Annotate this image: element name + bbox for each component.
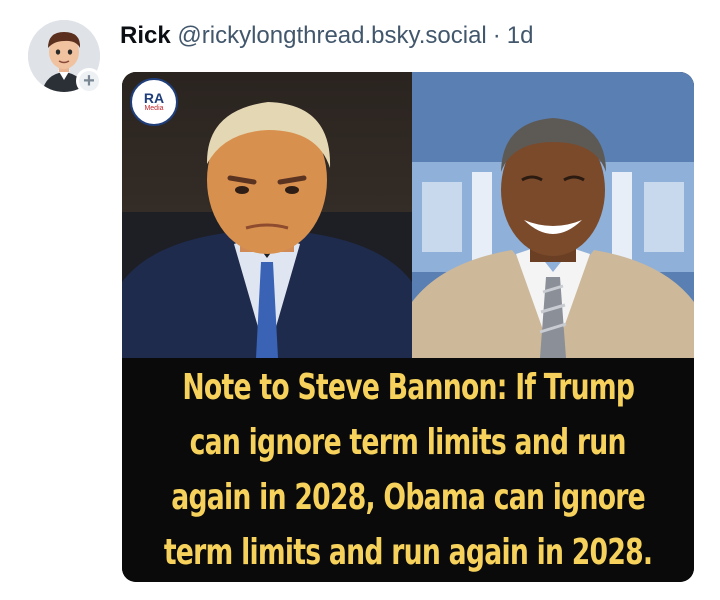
logo-subtext: Media (144, 105, 164, 112)
logo-text: RA (143, 90, 165, 106)
post-header: Rick @rickylongthread.bsky.social · 1d (120, 22, 533, 50)
caption-line-1: Note to Steve Bannon: If Trump (182, 367, 635, 408)
caption-line-2: can ignore term limits and run (189, 422, 627, 463)
separator-dot: · (492, 22, 501, 49)
ra-media-logo: RA Media (130, 78, 178, 126)
image-caption: Note to Steve Bannon: If Trump can ignor… (122, 358, 694, 582)
avatar-container: + (28, 20, 102, 94)
photo-right (412, 72, 694, 358)
caption-line-3: again in 2028, Obama can ignore (171, 477, 645, 518)
author-handle[interactable]: @rickylongthread.bsky.social (177, 22, 486, 49)
plus-icon: + (83, 70, 95, 92)
feed-post[interactable]: + Rick @rickylongthread.bsky.social·1d (0, 0, 720, 600)
post-image[interactable]: RA Media Note to Steve Bannon: If Trump … (122, 72, 694, 582)
caption-line-4: term limits and run again in 2028. (163, 532, 653, 573)
portrait-right-illustration (412, 72, 694, 358)
follow-button[interactable]: + (76, 68, 102, 94)
post-timestamp[interactable]: 1d (507, 22, 534, 49)
author-name[interactable]: Rick (120, 22, 171, 49)
photo-left: RA Media (122, 72, 412, 358)
